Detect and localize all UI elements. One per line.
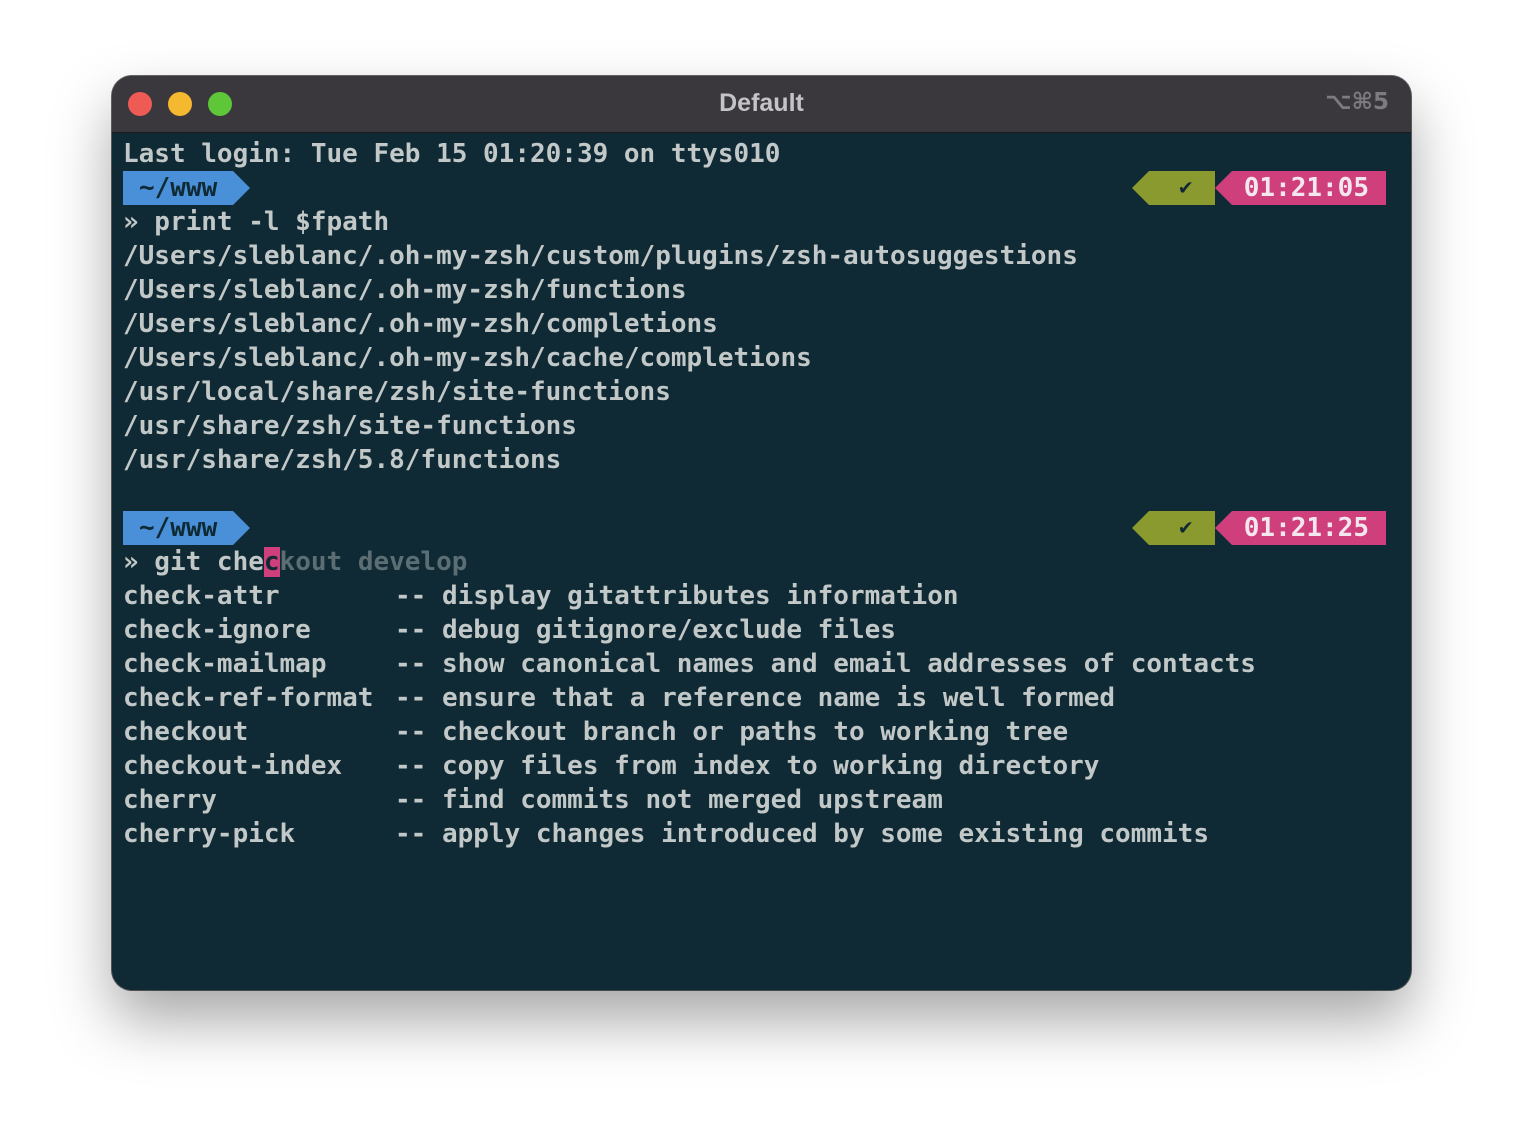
completion-desc: -- ensure that a reference name is well … — [395, 683, 1116, 713]
completion-item[interactable]: check-attr -- display gitattributes infor… — [123, 579, 1411, 613]
prompt-time-segment: 01:21:25 — [1214, 511, 1386, 545]
completion-item[interactable]: cherry -- find commits not merged upstrea… — [123, 783, 1411, 817]
prompt-dir-segment: ~/www — [123, 171, 251, 205]
completion-item[interactable]: check-ref-format -- ensure that a referen… — [123, 681, 1411, 715]
window-shortcut: ⌥⌘5 — [1325, 89, 1389, 115]
title-bar[interactable]: Default ⌥⌘5 — [112, 76, 1411, 133]
output-line: /Users/sleblanc/.oh-my-zsh/custom/plugin… — [123, 241, 1078, 271]
completion-item[interactable]: checkout -- checkout branch or paths to w… — [123, 715, 1411, 749]
text-cursor: c — [263, 547, 280, 577]
prompt-dir-segment: ~/www — [123, 511, 251, 545]
completion-desc: -- debug gitignore/exclude files — [395, 615, 896, 645]
completion-name: check-ref-format — [123, 683, 374, 713]
output-line: /usr/local/share/zsh/site-functions — [123, 377, 671, 407]
completion-name: checkout — [123, 717, 249, 747]
completion-name: cherry — [123, 785, 217, 815]
prompt-line-2: ~/www ✔ 01:21:25 — [123, 511, 1411, 545]
prompt-line-1: ~/www ✔ 01:21:05 — [123, 171, 1411, 205]
completion-item[interactable]: check-ignore -- debug gitignore/exclude f… — [123, 613, 1411, 647]
terminal-window: Default ⌥⌘5 Last login: Tue Feb 15 01:20… — [112, 76, 1411, 990]
output-line: /usr/share/zsh/site-functions — [123, 411, 577, 441]
command-line-1: » print -l $fpath — [123, 207, 390, 237]
completion-desc: -- checkout branch or paths to working t… — [395, 717, 1069, 747]
prompt-status-segment: ✔ — [1131, 511, 1215, 545]
autosuggestion: kout develop — [279, 547, 468, 577]
completion-item[interactable]: checkout-index -- copy files from index t… — [123, 749, 1411, 783]
login-line: Last login: Tue Feb 15 01:20:39 on ttys0… — [123, 139, 781, 169]
completion-desc: -- find commits not merged upstream — [395, 785, 943, 815]
completion-item[interactable]: check-mailmap -- show canonical names and… — [123, 647, 1411, 681]
completion-desc: -- copy files from index to working dire… — [395, 751, 1100, 781]
completion-name: check-attr — [123, 581, 280, 611]
completion-name: checkout-index — [123, 751, 343, 781]
completion-desc: -- apply changes introduced by some exis… — [395, 819, 1209, 849]
completion-desc: -- display gitattributes information — [395, 581, 959, 611]
command-line-2[interactable]: » git checkout develop — [123, 545, 1411, 579]
completion-item[interactable]: cherry-pick -- apply changes introduced b… — [123, 817, 1411, 851]
typed-command: » git che — [123, 547, 264, 577]
completion-desc: -- show canonical names and email addres… — [395, 649, 1256, 679]
completion-name: check-mailmap — [123, 649, 327, 679]
prompt-time-segment: 01:21:05 — [1214, 171, 1386, 205]
output-line: /Users/sleblanc/.oh-my-zsh/functions — [123, 275, 687, 305]
terminal-content[interactable]: Last login: Tue Feb 15 01:20:39 on ttys0… — [123, 137, 1411, 851]
completion-name: check-ignore — [123, 615, 311, 645]
window-title: Default — [719, 89, 804, 117]
completion-name: cherry-pick — [123, 819, 296, 849]
output-line: /Users/sleblanc/.oh-my-zsh/completions — [123, 309, 718, 339]
prompt-status-segment: ✔ — [1131, 171, 1215, 205]
output-line: /usr/share/zsh/5.8/functions — [123, 445, 562, 475]
output-line: /Users/sleblanc/.oh-my-zsh/cache/complet… — [123, 343, 812, 373]
